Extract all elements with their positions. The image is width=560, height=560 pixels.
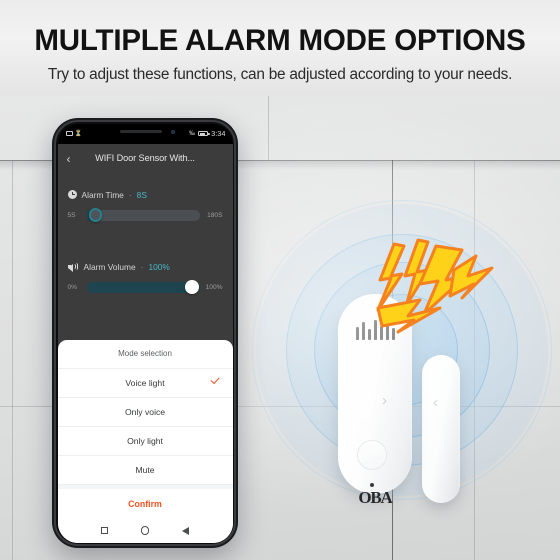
device-brand-logo: OBA xyxy=(358,488,392,507)
status-bar-time: 3:34 xyxy=(211,129,226,138)
sheet-option-only-light[interactable]: Only light xyxy=(57,427,233,456)
signal-icon: ⏳ xyxy=(74,131,82,137)
arrow-right-icon: › xyxy=(382,392,387,409)
headline: MULTIPLE ALARM MODE OPTIONS xyxy=(34,24,526,57)
alarm-volume-header: Alarm Volume · 100% xyxy=(67,261,170,272)
sheet-option-label: Mute xyxy=(135,464,155,475)
earpiece-speaker-icon xyxy=(119,129,162,133)
alarm-volume-min-label: 0% xyxy=(67,283,78,291)
alarm-time-min-label: 5S xyxy=(67,211,76,219)
phone-mockup: ⏳ ‰ 3:34 ‹ WIFI Door Sensor With... Alar… xyxy=(52,118,238,548)
sheet-option-label: Voice light xyxy=(125,377,165,388)
settings-content: Alarm Time · 8S 5S 180S Alarm Volume · 1… xyxy=(57,173,233,543)
clock-icon xyxy=(67,190,77,199)
sim-icon xyxy=(65,131,73,136)
alarm-volume-knob[interactable] xyxy=(184,280,199,294)
confirm-button[interactable]: Confirm xyxy=(58,489,233,519)
alarm-time-value: 8S xyxy=(136,189,147,200)
status-bar-right-icons: ‰ 3:34 xyxy=(189,129,225,138)
alarm-volume-separator: · xyxy=(140,261,144,272)
mode-selection-sheet: Mode selection Voice light Only voice On… xyxy=(57,339,233,543)
sensor-magnet-piece xyxy=(422,355,460,503)
wall-seam-vertical-right xyxy=(474,160,475,560)
confirm-button-label: Confirm xyxy=(128,498,162,509)
android-navigation-bar xyxy=(57,518,233,543)
front-camera-icon xyxy=(170,129,176,135)
status-bar: ⏳ ‰ 3:34 xyxy=(57,123,233,144)
alarm-time-separator: · xyxy=(128,189,132,200)
lightning-bolts-icon xyxy=(358,236,498,346)
alarm-time-header: Alarm Time · 8S xyxy=(67,189,147,200)
alarm-time-slider[interactable]: 5S 180S xyxy=(67,208,223,222)
sheet-option-label: Only light xyxy=(127,435,163,446)
sheet-header-label: Mode selection xyxy=(118,349,172,358)
door-gap-line xyxy=(392,160,393,560)
alarm-volume-value: 100% xyxy=(148,261,170,272)
alarm-volume-track[interactable] xyxy=(86,280,200,294)
alarm-time-max-label: 180S xyxy=(207,211,223,219)
sheet-option-only-voice[interactable]: Only voice xyxy=(57,398,233,427)
sheet-header: Mode selection xyxy=(57,340,233,369)
alarm-volume-label: Alarm Volume xyxy=(83,261,136,272)
sheet-option-voice-light[interactable]: Voice light xyxy=(57,369,233,398)
triangle-back-icon[interactable] xyxy=(182,526,190,535)
sheet-option-mute[interactable]: Mute xyxy=(57,456,233,485)
percent-icon: ‰ xyxy=(189,130,196,137)
alarm-time-knob[interactable] xyxy=(88,208,103,222)
square-icon[interactable] xyxy=(100,526,109,535)
wall-seam-vertical-upper xyxy=(268,96,269,160)
led-indicator-icon xyxy=(370,483,374,487)
alarm-time-track[interactable] xyxy=(86,208,200,222)
status-bar-left-icons: ⏳ xyxy=(65,130,82,137)
phone-screen: ⏳ ‰ 3:34 ‹ WIFI Door Sensor With... Alar… xyxy=(57,123,233,543)
round-button-icon xyxy=(357,440,387,470)
alarm-volume-fill xyxy=(86,281,200,293)
alarm-time-label: Alarm Time xyxy=(81,189,124,200)
volume-icon xyxy=(67,262,79,272)
sheet-option-label: Only voice xyxy=(124,406,166,417)
alarm-volume-max-label: 100% xyxy=(205,283,223,291)
header-band: MULTIPLE ALARM MODE OPTIONS Try to adjus… xyxy=(0,0,560,96)
battery-icon xyxy=(198,130,210,137)
arrow-left-icon: ‹ xyxy=(433,394,438,411)
alarm-volume-slider[interactable]: 0% 100% xyxy=(67,280,223,294)
app-navbar: ‹ WIFI Door Sensor With... xyxy=(57,143,233,174)
circle-icon[interactable] xyxy=(141,526,150,535)
check-icon xyxy=(209,374,220,384)
page-title: WIFI Door Sensor With... xyxy=(95,152,195,163)
wall-seam-vertical-left xyxy=(12,160,13,560)
subheadline: Try to adjust these functions, can be ad… xyxy=(47,66,513,83)
